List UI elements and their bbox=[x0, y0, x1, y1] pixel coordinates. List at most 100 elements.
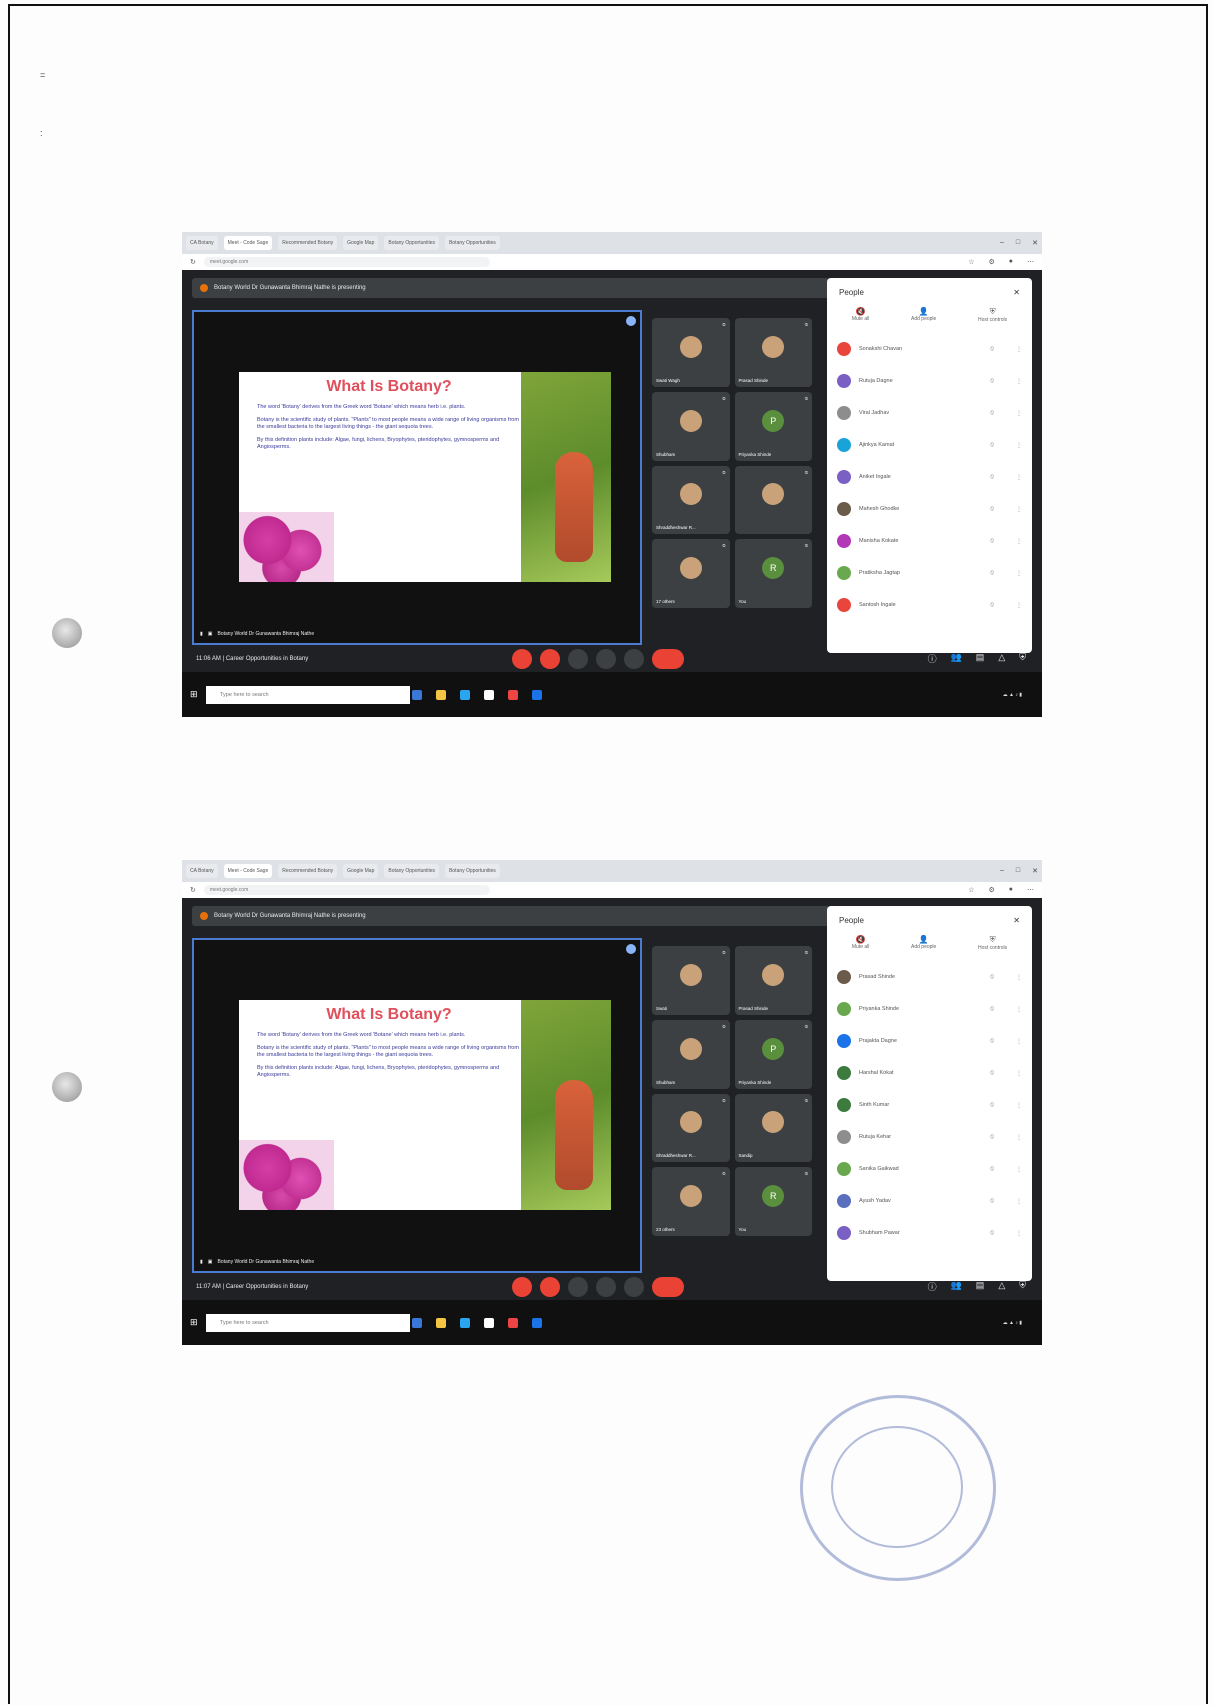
close-icon[interactable]: ✕ bbox=[1013, 288, 1020, 297]
taskbar-search[interactable]: Type here to search bbox=[206, 1313, 410, 1332]
participant-tile[interactable]: Sandip ⦸ bbox=[734, 1093, 812, 1163]
host-controls-icon[interactable]: ⛨ bbox=[1019, 652, 1026, 665]
address-bar[interactable]: meet.google.com bbox=[203, 257, 490, 267]
people-action-0[interactable]: 🔇 Mute all bbox=[852, 935, 870, 951]
participant-tile[interactable]: ⦸ bbox=[734, 465, 812, 535]
participant-tile[interactable]: Shraddheshwar R... ⦸ bbox=[652, 1093, 730, 1163]
browser-tab[interactable]: CA Botany bbox=[186, 864, 218, 878]
people-action-1[interactable]: 👤 Add people bbox=[911, 307, 936, 323]
more-options-button[interactable] bbox=[624, 1276, 644, 1297]
maximize-icon[interactable]: □ bbox=[1016, 239, 1020, 247]
more-vert-icon[interactable]: ⋮ bbox=[1002, 474, 1022, 481]
maximize-icon[interactable]: □ bbox=[1016, 867, 1020, 875]
more-vert-icon[interactable]: ⋮ bbox=[1002, 1006, 1022, 1013]
windows-start-icon[interactable]: ⊞ bbox=[190, 1317, 198, 1328]
people-list-item[interactable]: Aniket Ingale ⦸ ⋮ bbox=[827, 461, 1032, 493]
menu-icon[interactable]: ⋯ bbox=[1027, 258, 1034, 266]
activities-icon[interactable]: △ bbox=[998, 1280, 1005, 1293]
host-controls-icon[interactable]: ⛨ bbox=[1019, 1280, 1026, 1293]
people-list-item[interactable]: Manisha Kokate ⦸ ⋮ bbox=[827, 525, 1032, 557]
people-list-item[interactable]: Prajakta Dagne ⦸ ⋮ bbox=[827, 1025, 1032, 1057]
people-action-2[interactable]: ⛨ Host controls bbox=[978, 935, 1007, 951]
leave-call-button[interactable] bbox=[652, 1276, 684, 1297]
people-list-item[interactable]: Rutuja Kehar ⦸ ⋮ bbox=[827, 1121, 1032, 1153]
more-vert-icon[interactable]: ⋮ bbox=[1002, 410, 1022, 417]
more-vert-icon[interactable]: ⋮ bbox=[1002, 1102, 1022, 1109]
taskbar-app-icon[interactable] bbox=[508, 1317, 518, 1328]
pin-icon[interactable] bbox=[626, 316, 636, 326]
browser-tab[interactable]: Google Map bbox=[343, 236, 379, 250]
more-vert-icon[interactable]: ⋮ bbox=[1002, 346, 1022, 353]
address-bar[interactable]: meet.google.com bbox=[203, 885, 490, 895]
taskbar-app-icon[interactable] bbox=[436, 1317, 446, 1328]
participant-tile[interactable]: Shubham ⦸ bbox=[652, 1019, 730, 1089]
participant-tile[interactable]: R You ⦸ bbox=[734, 539, 812, 608]
leave-call-button[interactable] bbox=[652, 648, 684, 669]
browser-tab[interactable]: Recommended Botany bbox=[278, 864, 338, 878]
pin-icon[interactable] bbox=[626, 944, 636, 954]
browser-tab[interactable]: Recommended Botany bbox=[278, 236, 338, 250]
taskbar-app-icon[interactable] bbox=[532, 689, 542, 700]
people-icon[interactable]: 👥 bbox=[951, 1280, 962, 1293]
minimize-icon[interactable]: – bbox=[1000, 867, 1004, 875]
people-list-item[interactable]: Sonakshi Chavan ⦸ ⋮ bbox=[827, 333, 1032, 365]
people-list-item[interactable]: Priyanka Shinde ⦸ ⋮ bbox=[827, 993, 1032, 1025]
more-vert-icon[interactable]: ⋮ bbox=[1002, 1070, 1022, 1077]
profile-icon[interactable]: ● bbox=[1009, 886, 1013, 894]
participant-tile[interactable]: P Priyanka Shinde ⦸ bbox=[734, 391, 812, 461]
more-vert-icon[interactable]: ⋮ bbox=[1002, 1198, 1022, 1205]
taskbar-app-icon[interactable] bbox=[412, 689, 422, 700]
minimize-icon[interactable]: – bbox=[1000, 239, 1004, 247]
taskbar-app-icon[interactable] bbox=[508, 689, 518, 700]
participant-tile[interactable]: 23 others ⦸ bbox=[652, 1167, 730, 1236]
close-window-icon[interactable]: ✕ bbox=[1032, 239, 1038, 247]
present-button[interactable] bbox=[596, 1276, 616, 1297]
browser-tab[interactable]: Botany Opportunities bbox=[445, 236, 500, 250]
browser-tab[interactable]: Meet - Code Sage bbox=[223, 236, 273, 250]
more-vert-icon[interactable]: ⋮ bbox=[1002, 1134, 1022, 1141]
more-vert-icon[interactable]: ⋮ bbox=[1002, 1166, 1022, 1173]
more-vert-icon[interactable]: ⋮ bbox=[1002, 442, 1022, 449]
browser-tab[interactable]: Botany Opportunities bbox=[384, 236, 440, 250]
more-vert-icon[interactable]: ⋮ bbox=[1002, 378, 1022, 385]
people-list-item[interactable]: Santosh Ingale ⦸ ⋮ bbox=[827, 589, 1032, 621]
info-icon[interactable]: ⓘ bbox=[928, 652, 937, 665]
menu-icon[interactable]: ⋯ bbox=[1027, 886, 1034, 894]
taskbar-app-icon[interactable] bbox=[436, 689, 446, 700]
taskbar-app-icon[interactable] bbox=[412, 1317, 422, 1328]
reload-icon[interactable]: ↻ bbox=[190, 886, 196, 894]
close-window-icon[interactable]: ✕ bbox=[1032, 867, 1038, 875]
mic-off-button[interactable] bbox=[512, 1276, 532, 1297]
taskbar-search[interactable]: Type here to search bbox=[206, 685, 410, 704]
chat-icon[interactable]: ▤ bbox=[976, 1280, 985, 1293]
present-button[interactable] bbox=[596, 648, 616, 669]
more-options-button[interactable] bbox=[624, 648, 644, 669]
people-icon[interactable]: 👥 bbox=[951, 652, 962, 665]
more-vert-icon[interactable]: ⋮ bbox=[1002, 570, 1022, 577]
taskbar-app-icon[interactable] bbox=[532, 1317, 542, 1328]
participant-tile[interactable]: Shraddheshwar R... ⦸ bbox=[652, 465, 730, 535]
people-action-0[interactable]: 🔇 Mute all bbox=[852, 307, 870, 323]
browser-tab[interactable]: Google Map bbox=[343, 864, 379, 878]
people-list-item[interactable]: Mahesh Ghodke ⦸ ⋮ bbox=[827, 493, 1032, 525]
reload-icon[interactable]: ↻ bbox=[190, 258, 196, 266]
browser-tab[interactable]: Botany Opportunities bbox=[384, 864, 440, 878]
profile-icon[interactable]: ● bbox=[1009, 258, 1013, 266]
info-icon[interactable]: ⓘ bbox=[928, 1280, 937, 1293]
people-list-item[interactable]: Pratiksha Jagtap ⦸ ⋮ bbox=[827, 557, 1032, 589]
more-vert-icon[interactable]: ⋮ bbox=[1002, 506, 1022, 513]
participant-tile[interactable]: 17 others ⦸ bbox=[652, 539, 730, 608]
windows-start-icon[interactable]: ⊞ bbox=[190, 689, 198, 700]
activities-icon[interactable]: △ bbox=[998, 652, 1005, 665]
participant-tile[interactable]: Prasad Shinde ⦸ bbox=[734, 946, 812, 1015]
extensions-icon[interactable]: ⚙ bbox=[988, 258, 994, 266]
taskbar-app-icon[interactable] bbox=[484, 689, 494, 700]
people-list-item[interactable]: Ayush Yadav ⦸ ⋮ bbox=[827, 1185, 1032, 1217]
people-list-item[interactable]: Ajinkya Kamat ⦸ ⋮ bbox=[827, 429, 1032, 461]
people-list-item[interactable]: Sanika Gaikwad ⦸ ⋮ bbox=[827, 1153, 1032, 1185]
people-list-item[interactable]: Shubham Pawar ⦸ ⋮ bbox=[827, 1217, 1032, 1249]
captions-button[interactable] bbox=[568, 1276, 588, 1297]
close-icon[interactable]: ✕ bbox=[1013, 916, 1020, 925]
participant-tile[interactable]: Swati ⦸ bbox=[652, 946, 730, 1015]
participant-tile[interactable]: Shubham ⦸ bbox=[652, 391, 730, 461]
